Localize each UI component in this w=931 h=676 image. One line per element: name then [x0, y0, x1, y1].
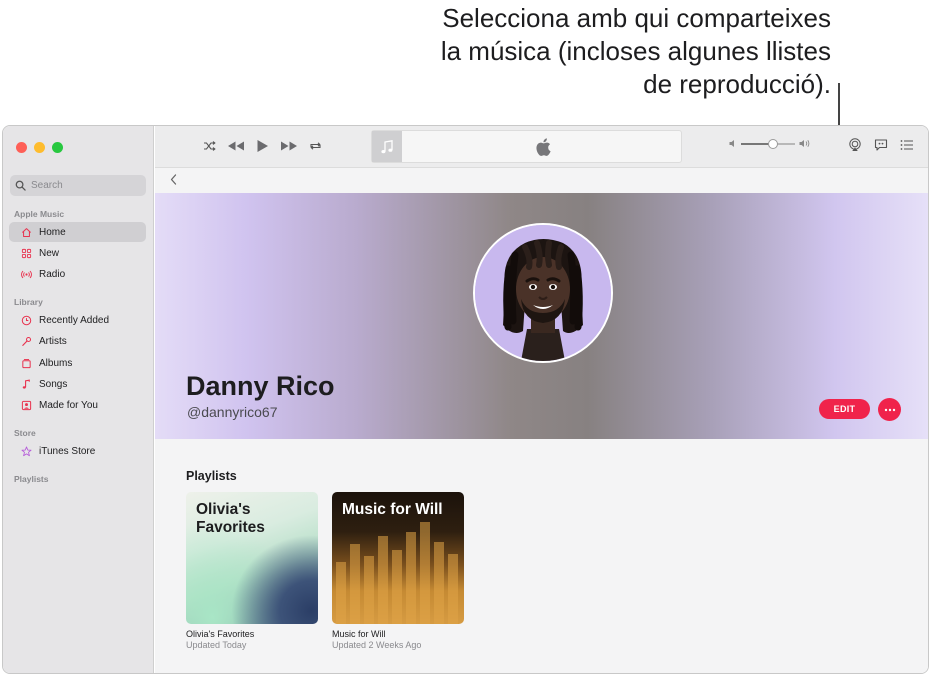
playlist-card-olivias-favorites[interactable]: Olivia's Favorites Olivia's Favorites Up… [186, 492, 318, 650]
play-icon[interactable] [256, 139, 269, 153]
playlist-cover[interactable]: Olivia's Favorites [186, 492, 318, 624]
back-chevron-icon[interactable] [169, 173, 178, 186]
sidebar-item-radio[interactable]: Radio [9, 264, 146, 284]
playlist-cover-title-line-1: Olivia's [196, 501, 251, 518]
toolbar-right [848, 138, 914, 152]
section-label-store: Store [14, 428, 36, 438]
playlist-cover-title: Music for Will [342, 501, 443, 518]
callout-line-3: de reproducció). [643, 69, 831, 99]
playlist-updated: Updated Today [186, 640, 247, 650]
volume-slider[interactable] [741, 138, 795, 149]
music-note-icon [381, 139, 393, 153]
sidebar-item-songs[interactable]: Songs [9, 374, 146, 394]
sidebar-item-label: Albums [39, 357, 73, 369]
sidebar-item-label: Recently Added [39, 314, 110, 326]
zoom-window-button[interactable] [52, 142, 63, 153]
star-icon [21, 446, 32, 457]
now-playing-display[interactable] [371, 130, 682, 163]
sidebar-item-label: Home [39, 226, 66, 238]
playlist-cover-title: Olivia's Favorites [196, 501, 265, 537]
playback-controls [203, 139, 322, 153]
edit-profile-button[interactable]: EDIT [819, 399, 870, 419]
profile-content: Playlists Olivia's Favorites Olivia's Fa… [155, 439, 928, 673]
sidebar-item-label: New [39, 247, 60, 259]
playlist-cover-title-line-2: Favorites [196, 519, 265, 536]
section-label-playlists: Playlists [14, 474, 49, 484]
search-icon [15, 180, 26, 191]
ellipsis-icon [884, 408, 895, 411]
profile-name: Danny Rico [186, 371, 335, 401]
rewind-icon[interactable] [227, 140, 245, 152]
more-options-button[interactable] [878, 398, 901, 421]
search-input[interactable] [31, 180, 141, 191]
radio-waves-icon [21, 269, 32, 280]
microphone-icon [21, 336, 32, 347]
music-note-icon [21, 379, 32, 390]
playlist-updated: Updated 2 Weeks Ago [332, 640, 422, 650]
fast-forward-icon[interactable] [280, 140, 298, 152]
sidebar-item-home[interactable]: Home [9, 222, 146, 242]
sidebar-item-recently-added[interactable]: Recently Added [9, 310, 146, 330]
sidebar-item-albums[interactable]: Albums [9, 353, 146, 373]
sidebar-item-made-for-you[interactable]: Made for You [9, 395, 146, 415]
section-label-library: Library [14, 297, 43, 307]
memoji-avatar-icon [475, 225, 611, 361]
search-box[interactable] [10, 175, 146, 196]
callout-line-2: la música (incloses algunes llistes [440, 36, 831, 66]
playlist-title[interactable]: Olivia's Favorites [186, 629, 318, 639]
volume-control[interactable] [729, 138, 811, 149]
sidebar-item-label: Radio [39, 268, 66, 280]
sidebar-item-label: iTunes Store [39, 445, 96, 457]
sidebar-item-new[interactable]: New [9, 243, 146, 263]
playlists-heading: Playlists [186, 469, 237, 483]
artwork-placeholder [372, 131, 402, 162]
sidebar: Apple Music Home New Radio Library Recen… [3, 126, 154, 673]
apple-logo-icon [536, 138, 551, 156]
volume-low-icon [729, 140, 734, 147]
grid-icon [21, 248, 32, 259]
profile-handle: @dannyrico67 [187, 404, 278, 420]
shuffle-icon[interactable] [203, 140, 216, 152]
callout-line-1: Selecciona amb qui comparteixes [442, 3, 831, 33]
sidebar-item-itunes-store[interactable]: iTunes Store [9, 441, 146, 461]
airplay-audio-icon[interactable] [848, 138, 862, 152]
sidebar-item-label: Songs [39, 378, 68, 390]
playlist-cover[interactable]: Music for Will [332, 492, 464, 624]
album-icon [21, 358, 32, 369]
avatar[interactable] [473, 223, 613, 363]
profile-header: Danny Rico @dannyrico67 EDIT [155, 193, 928, 439]
window-controls [16, 142, 63, 153]
music-window: Apple Music Home New Radio Library Recen… [2, 125, 929, 674]
volume-high-icon [799, 140, 810, 147]
playlist-card-music-for-will[interactable]: Music for Will Music for Will Updated 2 … [332, 492, 464, 650]
minimize-window-button[interactable] [34, 142, 45, 153]
sidebar-item-label: Made for You [39, 399, 98, 411]
close-window-button[interactable] [16, 142, 27, 153]
navigation-bar [155, 168, 928, 193]
callout-text: Selecciona amb qui comparteixes la músic… [311, 2, 831, 101]
volume-slider-knob[interactable] [768, 138, 779, 149]
lyrics-icon[interactable] [874, 138, 888, 152]
repeat-icon[interactable] [309, 140, 322, 152]
playback-toolbar [155, 126, 928, 168]
queue-list-icon[interactable] [900, 139, 914, 151]
sidebar-item-artists[interactable]: Artists [9, 331, 146, 351]
sidebar-item-label: Artists [39, 335, 67, 347]
playlist-title[interactable]: Music for Will [332, 629, 464, 639]
home-icon [21, 227, 32, 238]
section-label-apple-music: Apple Music [14, 209, 65, 219]
clock-icon [21, 315, 32, 326]
main-area: Danny Rico @dannyrico67 EDIT Playlists O… [155, 126, 928, 673]
person-square-icon [21, 400, 32, 411]
